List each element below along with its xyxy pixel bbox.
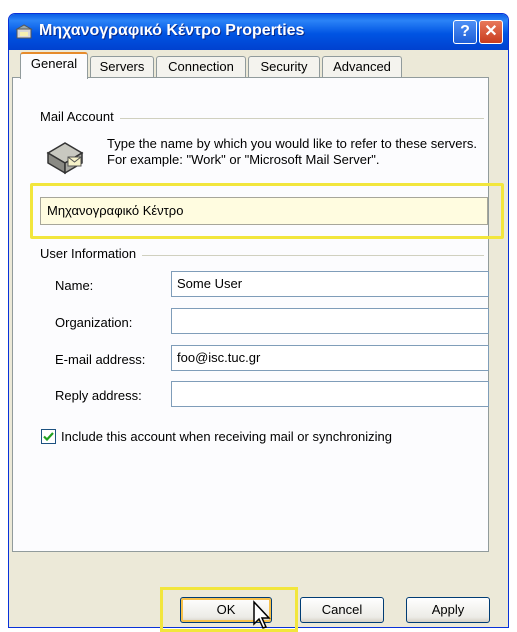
apply-button[interactable]: Apply	[406, 597, 490, 623]
email-field[interactable]: foo@isc.tuc.gr	[171, 345, 489, 371]
title-bar: Μηχανογραφικό Κέντρο Properties ? ✕	[9, 14, 508, 50]
mail-account-description: Type the name by which you would like to…	[107, 136, 477, 167]
reply-address-field[interactable]	[171, 381, 489, 407]
name-label: Name:	[55, 278, 94, 293]
cancel-button[interactable]: Cancel	[300, 597, 384, 623]
email-label: E-mail address:	[55, 352, 146, 367]
user-info-heading: User Information	[40, 246, 143, 261]
mail-server-icon	[46, 142, 84, 175]
organization-field[interactable]	[171, 308, 489, 334]
ok-button-highlight	[160, 587, 298, 632]
organization-label: Organization:	[55, 315, 133, 330]
include-account-checkbox[interactable]	[41, 429, 56, 444]
help-button[interactable]: ?	[453, 20, 477, 44]
close-button[interactable]: ✕	[479, 20, 503, 44]
window-title: Μηχανογραφικό Κέντρο Properties	[39, 22, 305, 39]
mail-account-icon	[15, 24, 33, 39]
tab-servers[interactable]: Servers	[90, 56, 154, 78]
checkmark-icon	[43, 432, 54, 442]
name-field[interactable]: Some User	[171, 271, 489, 297]
tab-security[interactable]: Security	[248, 56, 320, 78]
reply-address-label: Reply address:	[55, 388, 142, 403]
include-account-label: Include this account when receiving mail…	[61, 429, 392, 444]
mail-account-heading: Mail Account	[40, 109, 120, 124]
mouse-pointer-icon	[253, 600, 271, 629]
tab-connection[interactable]: Connection	[156, 56, 246, 78]
tab-advanced[interactable]: Advanced	[322, 56, 402, 78]
tab-general[interactable]: General	[20, 52, 88, 79]
account-name-highlight	[30, 183, 504, 239]
